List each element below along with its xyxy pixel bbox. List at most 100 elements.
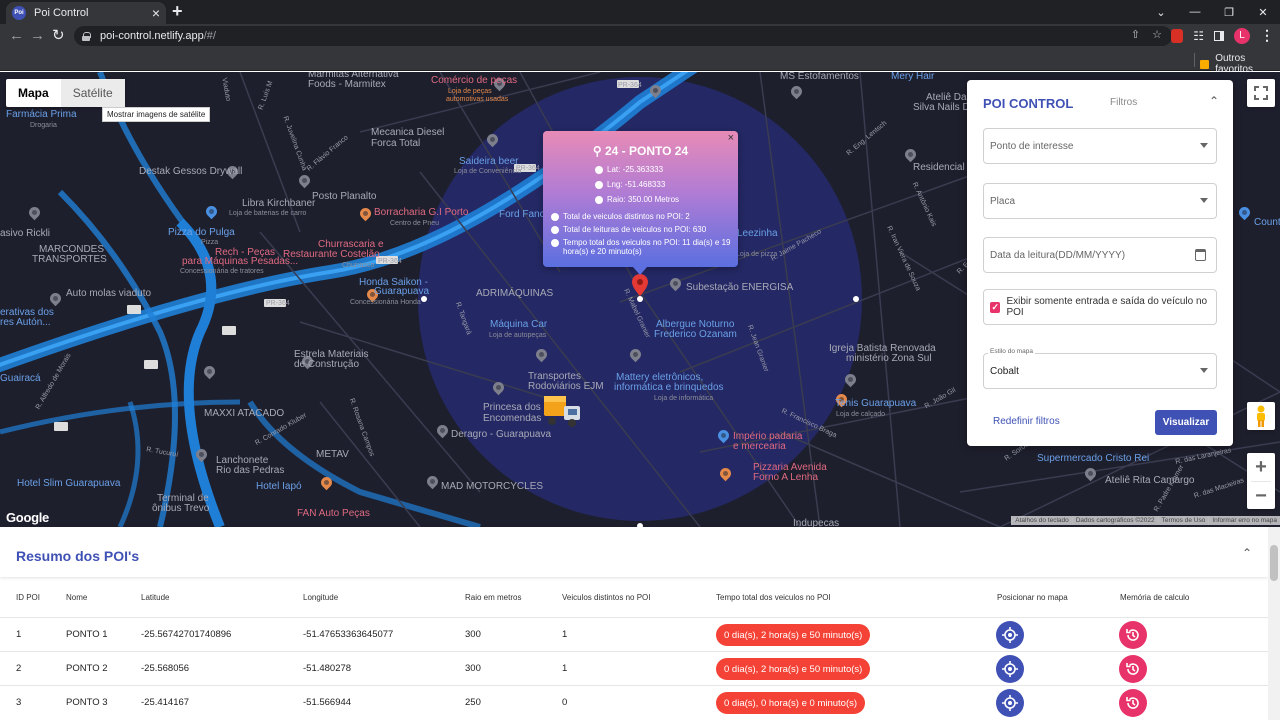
calculation-memory-button[interactable]: [1119, 621, 1147, 649]
info-window-pointer: [633, 267, 647, 275]
calculation-memory-button[interactable]: [1119, 689, 1147, 717]
summary-header[interactable]: Resumo dos POI's ⌃: [0, 527, 1268, 577]
map-label: Guarapuava: [374, 286, 430, 297]
address-bar[interactable]: poi-control.netlify.app/#/ ⇧ ☆: [74, 26, 1172, 46]
zoom-in-button[interactable]: +: [1247, 453, 1275, 481]
poi-select[interactable]: Ponto de interesse: [983, 128, 1217, 164]
scrollbar-thumb[interactable]: [1270, 545, 1278, 581]
column-header: Latitude: [141, 593, 170, 602]
crosshair-icon: [1002, 627, 1018, 643]
satellite-tooltip: Mostrar imagens de satélite: [102, 107, 211, 122]
browser-tab[interactable]: Poi Poi Control ×: [6, 2, 166, 24]
map-label: Hotel Iapó: [256, 481, 302, 492]
info-time-row: Tempo total dos veiculos no POI: 11 dia(…: [551, 238, 735, 256]
poi-select-placeholder: Ponto de interesse: [990, 140, 1074, 152]
tab-filtros[interactable]: Filtros: [1110, 97, 1137, 108]
new-tab-button[interactable]: +: [172, 2, 183, 20]
map-label: Loja de Conveniência: [454, 168, 522, 175]
entry-exit-checkbox-row[interactable]: ✓ Exibir somente entrada e saída do veíc…: [983, 289, 1217, 325]
bookmark-star-icon[interactable]: ☆: [1152, 28, 1162, 41]
zoom-control: + −: [1247, 453, 1275, 509]
truck-icon[interactable]: [542, 390, 584, 430]
report-error-link[interactable]: Informar erro no mapa: [1208, 516, 1280, 525]
map-label: Drogaria: [30, 122, 57, 129]
map-label: METAV: [316, 449, 349, 460]
time-badge: 0 dia(s), 2 hora(s) e 50 minuto(s): [716, 624, 871, 646]
map-label: Concessionária Honda: [350, 299, 421, 306]
map-label: Churrasco: [342, 262, 375, 269]
filter-panel: POI CONTROL Filtros ⌃ Ponto de interesse…: [967, 80, 1233, 446]
chevron-down-icon[interactable]: ⌄: [1144, 0, 1178, 24]
window-controls: ⌄ — ❐ ✕: [1144, 0, 1280, 24]
map-label: Mery Hair: [891, 72, 935, 82]
terms-link[interactable]: Termos de Uso: [1157, 516, 1209, 525]
close-window-icon[interactable]: ✕: [1246, 0, 1280, 24]
locate-on-map-button[interactable]: [996, 689, 1024, 717]
map-type-satellite-button[interactable]: Satélite: [60, 79, 125, 107]
time-badge: 0 dia(s), 0 hora(s) e 0 minuto(s): [716, 692, 866, 714]
reset-filters-button[interactable]: Redefinir filtros: [993, 416, 1060, 427]
puzzle-icon[interactable]: ☷: [1193, 29, 1204, 43]
map-label: Máquina Car: [490, 319, 548, 330]
navigation-icon: [595, 181, 603, 189]
share-icon[interactable]: ⇧: [1131, 28, 1140, 41]
restore-icon[interactable]: ❐: [1212, 0, 1246, 24]
map-style-select[interactable]: Cobalt: [983, 353, 1217, 389]
date-field[interactable]: Data da leitura(DD/MM/YYYY): [983, 237, 1217, 273]
reload-icon[interactable]: ↻: [52, 26, 65, 46]
map-data-text: Dados cartográficos ©2022: [1071, 516, 1158, 525]
cell-id: 1: [16, 629, 22, 640]
map-label: Leezinha: [737, 228, 778, 239]
map-style-label: Estilo do mapa: [988, 348, 1035, 355]
menu-dots-icon[interactable]: ⋮: [1260, 27, 1274, 44]
collapse-chevron-icon[interactable]: ⌃: [1209, 94, 1219, 108]
tab-close-icon[interactable]: ×: [152, 6, 160, 20]
map-label: Forca Total: [371, 138, 421, 149]
extension-icon[interactable]: [1171, 28, 1184, 43]
cell-vehicles: 1: [562, 663, 568, 674]
keyboard-shortcuts-link[interactable]: Atalhos do teclado: [1011, 516, 1072, 525]
cell-radius: 250: [465, 697, 481, 708]
close-icon[interactable]: ×: [728, 132, 734, 144]
map-type-control: Mapa Satélite: [6, 79, 125, 107]
minimize-icon[interactable]: —: [1178, 0, 1212, 24]
locate-on-map-button[interactable]: [996, 621, 1024, 649]
crosshair-icon: [1002, 661, 1018, 677]
side-panel-icon[interactable]: [1214, 30, 1224, 41]
visualize-button[interactable]: Visualizar: [1155, 410, 1217, 435]
map-label: MAD MOTORCYCLES: [441, 481, 544, 492]
calendar-icon[interactable]: [1195, 249, 1206, 261]
forward-arrow-icon[interactable]: →: [30, 26, 45, 46]
page-scrollbar[interactable]: [1268, 527, 1280, 720]
column-header: Memória de calculo: [1120, 593, 1190, 602]
crosshair-icon: [1002, 695, 1018, 711]
poi-info-window: × ⚲ 24 - PONTO 24 Lat: -25.363333 Lng: -…: [543, 131, 738, 267]
fullscreen-button[interactable]: [1247, 79, 1275, 107]
checkbox-checked-icon[interactable]: ✓: [990, 301, 1001, 313]
plate-select[interactable]: Placa: [983, 183, 1217, 219]
plate-select-placeholder: Placa: [990, 195, 1016, 207]
map-attribution: Atalhos do teclado Dados cartográficos ©…: [1011, 516, 1280, 525]
url-text: poi-control.netlify.app/#/: [100, 30, 216, 42]
radius-icon: [595, 196, 603, 204]
back-arrow-icon[interactable]: ←: [9, 26, 24, 46]
map[interactable]: Marmitas Alternativa Foods - Marmitex Co…: [0, 72, 1280, 527]
column-header: Longitude: [303, 593, 339, 602]
zoom-out-button[interactable]: −: [1247, 482, 1275, 510]
locate-on-map-button[interactable]: [996, 655, 1024, 683]
poi-summary-section: Resumo dos POI's ⌃ ID POI Nome Latitude …: [0, 527, 1268, 720]
map-style-value: Cobalt: [990, 365, 1019, 377]
collapse-chevron-icon[interactable]: ⌃: [1242, 546, 1252, 560]
street-view-pegman[interactable]: [1247, 402, 1275, 430]
poi-marker-icon[interactable]: [632, 274, 648, 296]
map-label: Loja de informática: [654, 395, 714, 402]
cell-name: PONTO 1: [66, 629, 108, 640]
cell-name: PONTO 2: [66, 663, 108, 674]
map-type-map-button[interactable]: Mapa: [6, 79, 61, 107]
history-icon: [1126, 697, 1139, 709]
cell-radius: 300: [465, 629, 481, 640]
calculation-memory-button[interactable]: [1119, 655, 1147, 683]
profile-avatar[interactable]: L: [1234, 27, 1250, 44]
sort-icon: [551, 226, 559, 234]
folder-icon: [1200, 59, 1210, 69]
